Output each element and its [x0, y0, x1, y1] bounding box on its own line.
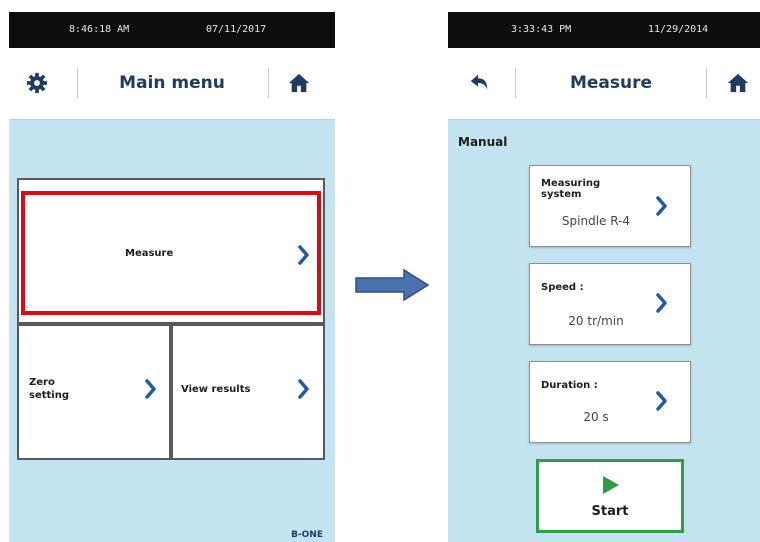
- page-title: Measure: [569, 73, 653, 93]
- chevron-right-icon: [298, 245, 309, 265]
- zero-setting-label: Zero setting: [29, 377, 69, 401]
- speed-card[interactable]: Speed : 20 tr/min: [529, 263, 691, 345]
- duration-value: 20 s: [583, 410, 609, 424]
- status-time: 8:46:18 AM: [69, 24, 130, 35]
- home-icon[interactable]: [727, 72, 749, 94]
- start-button[interactable]: Start: [536, 459, 684, 533]
- measuring-system-card[interactable]: Measuring system Spindle R-4: [529, 165, 691, 247]
- status-time: 3:33:43 PM: [511, 24, 572, 35]
- status-date: 07/11/2017: [206, 24, 267, 35]
- status-date: 11/29/2014: [648, 24, 709, 35]
- duration-card[interactable]: Duration : 20 s: [529, 361, 691, 443]
- header-divider: [515, 68, 516, 98]
- speed-value: 20 tr/min: [568, 314, 624, 328]
- main-menu-screen: 8:46:18 AM 07/11/2017 Main menu Measure …: [9, 12, 335, 542]
- back-icon[interactable]: [468, 72, 490, 94]
- view-results-label: View results: [181, 384, 251, 395]
- measuring-system-value: Spindle R-4: [561, 214, 631, 228]
- chevron-right-icon: [656, 196, 667, 216]
- start-label: Start: [591, 504, 629, 519]
- gear-icon[interactable]: [26, 72, 48, 94]
- header-bar: Main menu: [9, 48, 335, 120]
- right-arrow-icon: [355, 268, 430, 302]
- home-icon[interactable]: [288, 72, 310, 94]
- measure-screen: 3:33:43 PM 11/29/2014 Measure Manual Mea…: [448, 12, 760, 542]
- page-title: Main menu: [119, 73, 225, 93]
- play-icon: [603, 476, 619, 494]
- chevron-right-icon: [145, 379, 156, 399]
- header-divider: [268, 68, 269, 98]
- speed-label: Speed :: [541, 282, 584, 293]
- header-divider: [77, 68, 78, 98]
- header-divider: [706, 68, 707, 98]
- chevron-right-icon: [656, 391, 667, 411]
- status-bar: 3:33:43 PM 11/29/2014: [448, 12, 760, 48]
- status-bar: 8:46:18 AM 07/11/2017: [9, 12, 335, 48]
- chevron-right-icon: [298, 379, 309, 399]
- mode-label: Manual: [458, 135, 508, 149]
- header-bar: Measure: [448, 48, 760, 120]
- brand-label: B-ONE: [291, 530, 323, 540]
- chevron-right-icon: [656, 293, 667, 313]
- duration-label: Duration :: [541, 380, 598, 391]
- measuring-system-label: Measuring system: [541, 178, 601, 200]
- measure-label: Measure: [125, 248, 174, 259]
